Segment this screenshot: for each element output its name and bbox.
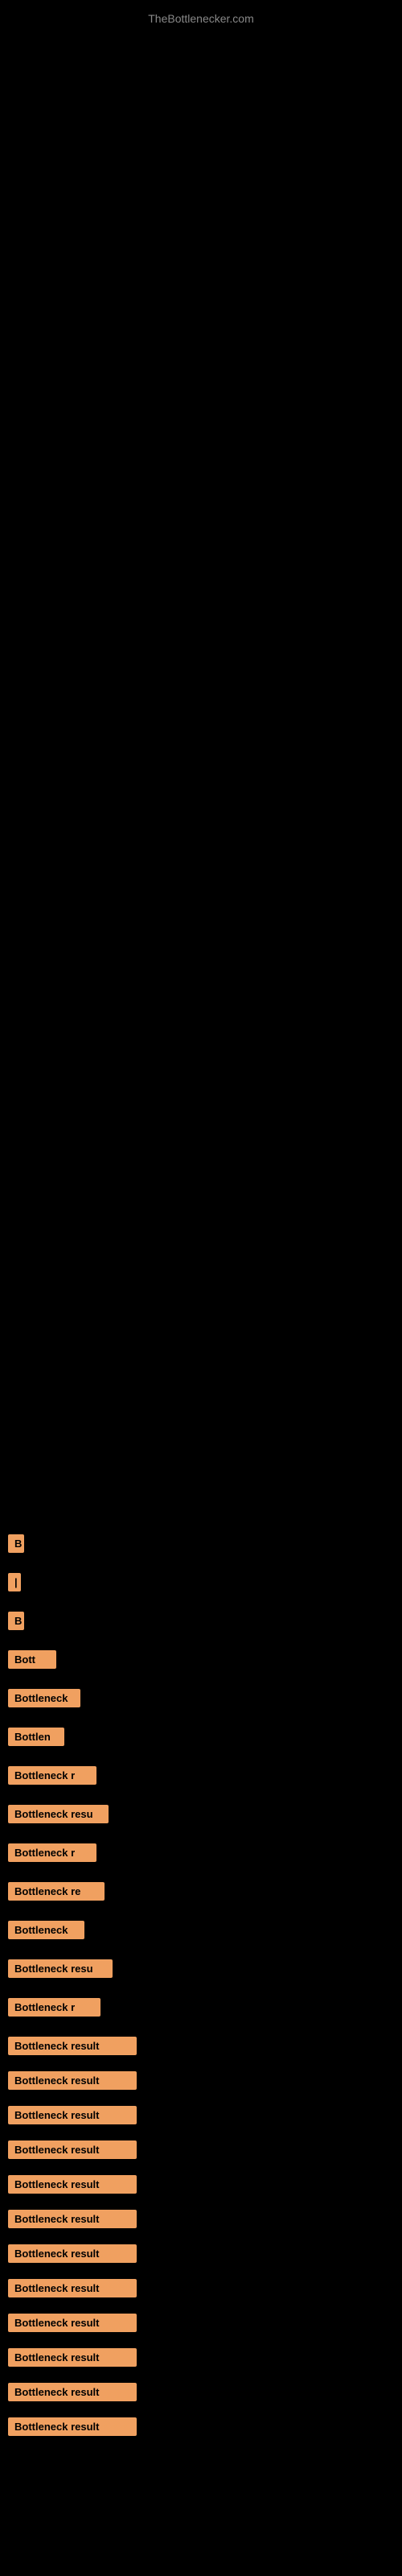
- list-item: Bottleneck result: [0, 2274, 402, 2302]
- bottleneck-result-label: Bottleneck r: [8, 1843, 96, 1862]
- bottleneck-result-label: Bottleneck result: [8, 2314, 137, 2332]
- list-item: Bottleneck r: [0, 1839, 402, 1871]
- bottleneck-result-label: Bottleneck result: [8, 2383, 137, 2401]
- list-item: Bottleneck result: [0, 2309, 402, 2337]
- list-item: Bottleneck result: [0, 2378, 402, 2406]
- list-item: Bottleneck: [0, 1684, 402, 1716]
- bottleneck-items-container: B | B Bott Bottleneck Bottlen Bottleneck r Bott…: [0, 1530, 402, 2447]
- bottleneck-result-label: B: [8, 1612, 24, 1630]
- bottleneck-result-label: Bott: [8, 1650, 56, 1669]
- list-item: Bottleneck result: [0, 2413, 402, 2441]
- bottleneck-result-label: Bottleneck result: [8, 2106, 137, 2124]
- bottleneck-result-label: Bottleneck r: [8, 1998, 100, 2017]
- list-item: Bottleneck result: [0, 2240, 402, 2268]
- bottleneck-result-label: Bottleneck result: [8, 2244, 137, 2263]
- site-title: TheBottlenecker.com: [0, 4, 402, 33]
- list-item: Bottleneck resu: [0, 1800, 402, 1832]
- bottleneck-result-label: Bottleneck result: [8, 2279, 137, 2297]
- bottleneck-result-label: Bottleneck result: [8, 2140, 137, 2159]
- list-item: Bottleneck result: [0, 2032, 402, 2060]
- bottleneck-result-label: Bottleneck resu: [8, 1959, 113, 1978]
- bottleneck-result-label: Bottleneck re: [8, 1882, 105, 1901]
- bottleneck-result-label: Bottleneck r: [8, 1766, 96, 1785]
- list-item: Bottleneck resu: [0, 1955, 402, 1987]
- bottleneck-result-label: Bottleneck resu: [8, 1805, 109, 1823]
- bottleneck-result-label: Bottleneck result: [8, 2210, 137, 2228]
- list-item: B: [0, 1530, 402, 1562]
- list-item: Bottleneck r: [0, 1993, 402, 2025]
- list-item: Bottleneck result: [0, 2170, 402, 2198]
- list-item: Bottleneck r: [0, 1761, 402, 1794]
- list-item: Bottleneck re: [0, 1877, 402, 1909]
- list-item: Bottleneck result: [0, 2205, 402, 2233]
- list-item: Bottleneck result: [0, 2136, 402, 2164]
- list-item: Bottleneck result: [0, 2066, 402, 2095]
- list-item: Bottlen: [0, 1723, 402, 1755]
- bottleneck-result-label: Bottleneck result: [8, 2348, 137, 2367]
- bottleneck-result-label: B: [8, 1534, 24, 1553]
- list-item: |: [0, 1568, 402, 1600]
- bottleneck-result-label: Bottleneck result: [8, 2071, 137, 2090]
- bottleneck-result-label: Bottleneck: [8, 1921, 84, 1939]
- bottleneck-result-label: Bottleneck: [8, 1689, 80, 1707]
- bottleneck-result-label: Bottlen: [8, 1728, 64, 1746]
- list-item: Bottleneck: [0, 1916, 402, 1948]
- list-item: Bottleneck result: [0, 2101, 402, 2129]
- list-item: Bott: [0, 1645, 402, 1678]
- list-item: Bottleneck result: [0, 2343, 402, 2372]
- bottleneck-result-label: Bottleneck result: [8, 2417, 137, 2436]
- list-item: B: [0, 1607, 402, 1639]
- bottleneck-result-label: Bottleneck result: [8, 2175, 137, 2194]
- bottleneck-result-label: Bottleneck result: [8, 2037, 137, 2055]
- bottleneck-result-label: |: [8, 1573, 21, 1591]
